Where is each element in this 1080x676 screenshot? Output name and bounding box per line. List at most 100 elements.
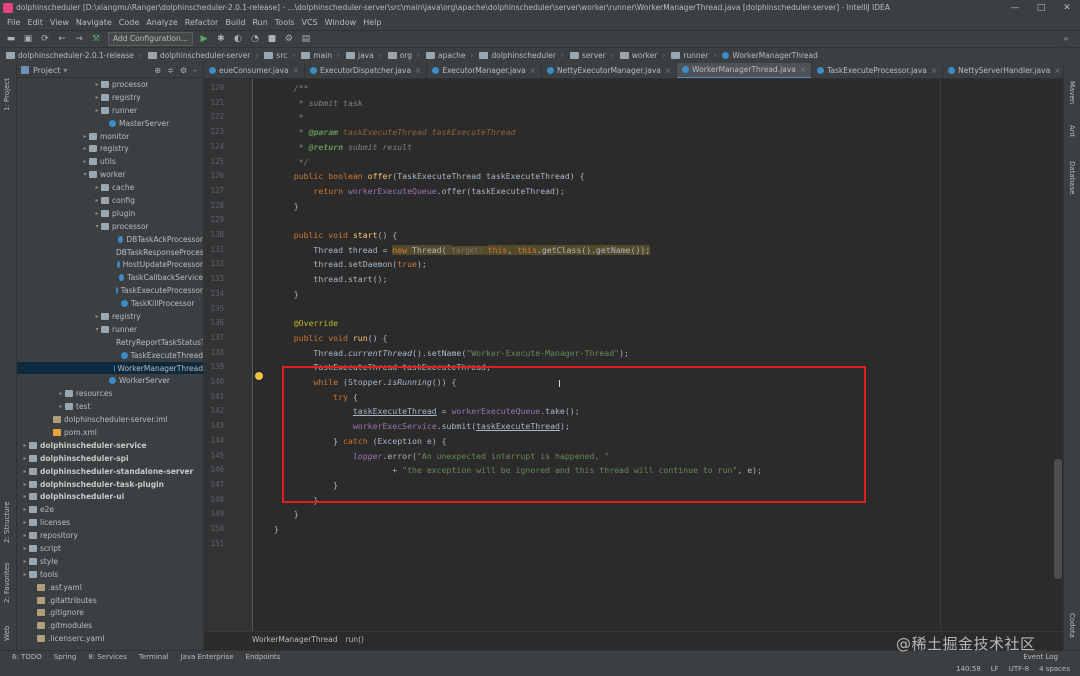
chevron-right-icon[interactable]: ▸: [93, 81, 101, 88]
status-item[interactable]: LF: [991, 665, 999, 673]
chevron-right-icon[interactable]: ▸: [21, 558, 29, 565]
tool-window-event-log[interactable]: Event Log: [1023, 653, 1058, 661]
breadcrumb-item[interactable]: apache ›: [426, 51, 473, 60]
tool-window-terminal[interactable]: Terminal: [139, 653, 169, 661]
tree-item[interactable]: ▸ dolphinscheduler-service: [17, 439, 203, 452]
database-tool-tab[interactable]: Database: [1068, 161, 1076, 194]
codota-tool-tab[interactable]: Codota: [1068, 613, 1076, 638]
tree-item[interactable]: ▸ registry: [17, 91, 203, 104]
scrollbar-thumb[interactable]: [1054, 459, 1062, 579]
tree-item[interactable]: TaskKillProcessor: [17, 297, 203, 310]
menu-build[interactable]: Build: [225, 18, 245, 27]
chevron-right-icon[interactable]: ▸: [21, 442, 29, 449]
tree-item[interactable]: ▸ registry: [17, 310, 203, 323]
menu-tools[interactable]: Tools: [275, 18, 295, 27]
run-configuration-dropdown[interactable]: Add Configuration...: [108, 32, 193, 46]
tree-item[interactable]: WorkerServer: [17, 374, 203, 387]
open-folder-icon[interactable]: ▬: [5, 33, 17, 45]
tree-item[interactable]: ▸ config: [17, 194, 203, 207]
maximize-button[interactable]: □: [1028, 3, 1054, 13]
breadcrumb-item[interactable]: java ›: [346, 51, 382, 60]
tree-item[interactable]: .gitignore: [17, 607, 203, 620]
editor-tab[interactable]: eueConsumer.java ×: [204, 63, 305, 78]
tree-item[interactable]: ▸ cache: [17, 181, 203, 194]
close-button[interactable]: ✕: [1054, 3, 1080, 13]
tree-item[interactable]: ▸ test: [17, 400, 203, 413]
tree-item[interactable]: ▸ repository: [17, 529, 203, 542]
chevron-right-icon[interactable]: ▸: [93, 107, 101, 114]
close-icon[interactable]: ×: [1054, 66, 1060, 75]
tree-item[interactable]: DBTaskResponseProcessor: [17, 246, 203, 259]
menu-edit[interactable]: Edit: [27, 18, 43, 27]
chevron-right-icon[interactable]: ▸: [93, 210, 101, 217]
tree-item[interactable]: ▸ resources: [17, 387, 203, 400]
chevron-right-icon[interactable]: ▸: [21, 481, 29, 488]
save-icon[interactable]: ▣: [22, 33, 34, 45]
tree-item[interactable]: ▸ e2e: [17, 503, 203, 516]
breadcrumb-item[interactable]: src ›: [264, 51, 295, 60]
tree-item[interactable]: ▸ style: [17, 555, 203, 568]
menu-help[interactable]: Help: [363, 18, 381, 27]
close-icon[interactable]: ×: [530, 66, 536, 75]
menu-run[interactable]: Run: [252, 18, 267, 27]
tool-window-java-enterprise[interactable]: Java Enterprise: [180, 653, 233, 661]
tree-item[interactable]: pom.xml: [17, 426, 203, 439]
build-hammer-icon[interactable]: ⚒: [90, 33, 102, 45]
chevron-right-icon[interactable]: ▸: [57, 403, 65, 410]
tree-item[interactable]: ▸ processor: [17, 78, 203, 91]
tree-item[interactable]: dolphinscheduler-server.iml: [17, 413, 203, 426]
chevron-right-icon[interactable]: ▸: [21, 519, 29, 526]
menu-file[interactable]: File: [7, 18, 20, 27]
editor-scrollbar[interactable]: [1054, 79, 1062, 631]
tree-item[interactable]: ▸ plugin: [17, 207, 203, 220]
breadcrumb-item[interactable]: server ›: [569, 51, 614, 60]
tool-window-endpoints[interactable]: Endpoints: [246, 653, 281, 661]
editor-tab[interactable]: ExecutorDispatcher.java ×: [305, 63, 428, 78]
tree-item[interactable]: HostUpdateProcessor: [17, 258, 203, 271]
maven-tool-tab[interactable]: Maven: [1068, 81, 1076, 104]
chevron-right-icon[interactable]: ▸: [93, 94, 101, 101]
chevron-right-icon[interactable]: ▸: [93, 197, 101, 204]
tree-item[interactable]: ▸ dolphinscheduler-task-plugin: [17, 478, 203, 491]
project-structure-icon[interactable]: ▤: [300, 33, 312, 45]
sync-icon[interactable]: ⟳: [39, 33, 51, 45]
minimize-button[interactable]: —: [1002, 3, 1028, 13]
settings-icon[interactable]: ⚙: [283, 33, 295, 45]
forward-icon[interactable]: →: [73, 33, 85, 45]
editor-tab[interactable]: ExecutorManager.java ×: [427, 63, 542, 78]
tree-item[interactable]: TaskExecuteThread: [17, 349, 203, 362]
status-item[interactable]: 140:58: [956, 665, 981, 673]
editor-tab[interactable]: NettyServerHandler.java ×: [943, 63, 1064, 78]
collapse-icon[interactable]: ≑: [167, 66, 174, 75]
coverage-icon[interactable]: ◐: [232, 33, 244, 45]
tree-item[interactable]: TaskCallbackService: [17, 271, 203, 284]
menu-view[interactable]: View: [50, 18, 69, 27]
tree-item[interactable]: ▸ registry: [17, 142, 203, 155]
status-item[interactable]: UTF-8: [1009, 665, 1029, 673]
tree-item[interactable]: ▸ script: [17, 542, 203, 555]
tree-item[interactable]: DBTaskAckProcessor: [17, 233, 203, 246]
tree-item[interactable]: .gitmodules: [17, 619, 203, 632]
menu-refactor[interactable]: Refactor: [185, 18, 219, 27]
editor-tab[interactable]: WorkerManagerThread.java ×: [677, 63, 813, 78]
profile-icon[interactable]: ◔: [249, 33, 261, 45]
menu-analyze[interactable]: Analyze: [146, 18, 178, 27]
hide-icon[interactable]: –: [193, 66, 197, 75]
chevron-right-icon[interactable]: ▸: [21, 455, 29, 462]
tree-item[interactable]: ▸ dolphinscheduler-ui: [17, 491, 203, 504]
debug-icon[interactable]: ✱: [215, 33, 227, 45]
close-icon[interactable]: ×: [293, 66, 299, 75]
gear-icon[interactable]: ⚙: [180, 66, 187, 75]
stop-icon[interactable]: ■: [266, 33, 278, 45]
tree-item[interactable]: MasterServer: [17, 117, 203, 130]
tree-item[interactable]: .gitattributes: [17, 594, 203, 607]
chevron-right-icon[interactable]: ▸: [81, 133, 89, 140]
breadcrumb-item[interactable]: runner ›: [671, 51, 716, 60]
close-icon[interactable]: ×: [800, 65, 806, 74]
tree-item[interactable]: TaskExecuteProcessor: [17, 284, 203, 297]
web-tool-tab[interactable]: Web: [3, 626, 11, 641]
breadcrumb-item[interactable]: dolphinscheduler-server ›: [147, 51, 258, 60]
close-icon[interactable]: ×: [415, 66, 421, 75]
ant-tool-tab[interactable]: Ant: [1068, 125, 1076, 137]
tree-item[interactable]: ▸ licenses: [17, 516, 203, 529]
